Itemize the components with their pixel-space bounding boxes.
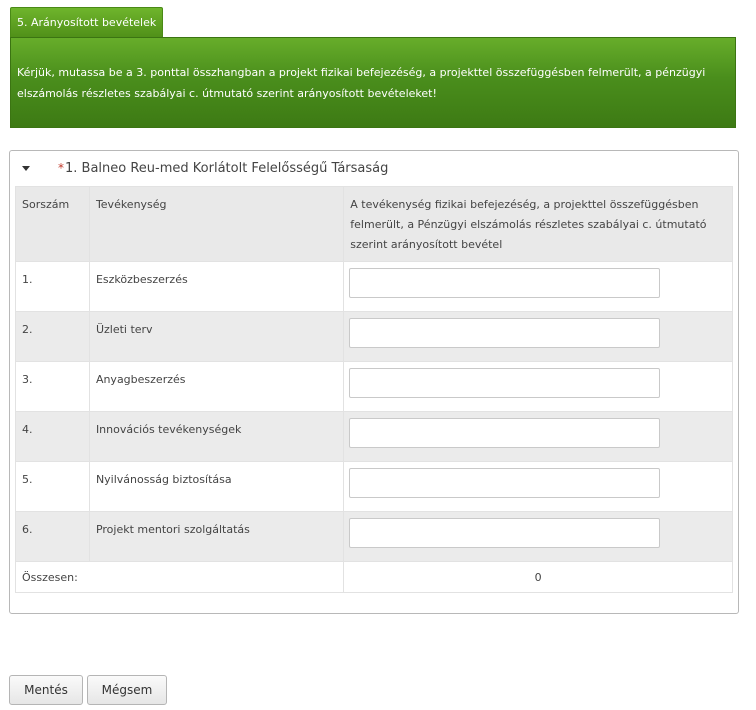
collapse-caret-icon[interactable]	[22, 165, 30, 171]
table-row: 4. Innovációs tevékenységek	[15, 411, 733, 462]
row-activity: Eszközbeszerzés	[88, 261, 345, 312]
total-row: Összesen: 0	[14, 561, 733, 593]
row-activity: Innovációs tevékenységek	[88, 411, 345, 462]
instruction-text: Kérjük, mutassa be a 3. ponttal összhang…	[17, 66, 706, 100]
instruction-banner: Kérjük, mutassa be a 3. ponttal összhang…	[10, 37, 736, 128]
table-row: 6. Projekt mentori szolgáltatás	[15, 511, 733, 562]
header-sorszam: Sorszám	[15, 186, 90, 262]
total-label: Összesen:	[14, 561, 345, 593]
row-number: 2.	[15, 311, 90, 362]
table-row: 5. Nyilvánosság biztosítása	[15, 461, 733, 512]
revenue-input[interactable]	[349, 518, 661, 548]
revenue-input[interactable]	[349, 418, 661, 448]
panel-title: 1. Balneo Reu-med Korlátolt Felelősségű …	[65, 160, 389, 176]
revenue-input[interactable]	[349, 318, 661, 348]
row-activity: Projekt mentori szolgáltatás	[88, 511, 345, 562]
row-activity: Anyagbeszerzés	[88, 361, 345, 412]
row-number: 3.	[15, 361, 90, 412]
revenue-input[interactable]	[349, 368, 661, 398]
section-tab[interactable]: 5. Arányosított bevételek	[10, 7, 164, 38]
row-activity: Üzleti terv	[88, 311, 345, 362]
row-number: 1.	[15, 261, 90, 312]
table-row: 3. Anyagbeszerzés	[15, 361, 733, 412]
table-header-row: Sorszám Tevékenység A tevékenység fizika…	[15, 186, 733, 262]
row-activity: Nyilvánosság biztosítása	[88, 461, 345, 512]
revenue-table: Sorszám Tevékenység A tevékenység fizika…	[14, 186, 733, 593]
revenue-input[interactable]	[349, 468, 661, 498]
total-value: 0	[343, 561, 733, 593]
revenue-input[interactable]	[349, 268, 661, 298]
header-bevetel: A tevékenység fizikai befejezéség, a pro…	[343, 186, 733, 262]
table-row: 2. Üzleti terv	[15, 311, 733, 362]
table-row: 1. Eszközbeszerzés	[15, 261, 733, 312]
company-panel: * 1. Balneo Reu-med Korlátolt Felelősség…	[9, 150, 739, 614]
cancel-button[interactable]: Mégsem	[87, 675, 167, 705]
panel-header[interactable]: * 1. Balneo Reu-med Korlátolt Felelősség…	[22, 158, 388, 178]
row-number: 5.	[15, 461, 90, 512]
required-mark: *	[58, 161, 64, 175]
row-number: 6.	[15, 511, 90, 562]
save-button[interactable]: Mentés	[9, 675, 83, 705]
row-number: 4.	[15, 411, 90, 462]
header-tevekenyseg: Tevékenység	[88, 186, 345, 262]
